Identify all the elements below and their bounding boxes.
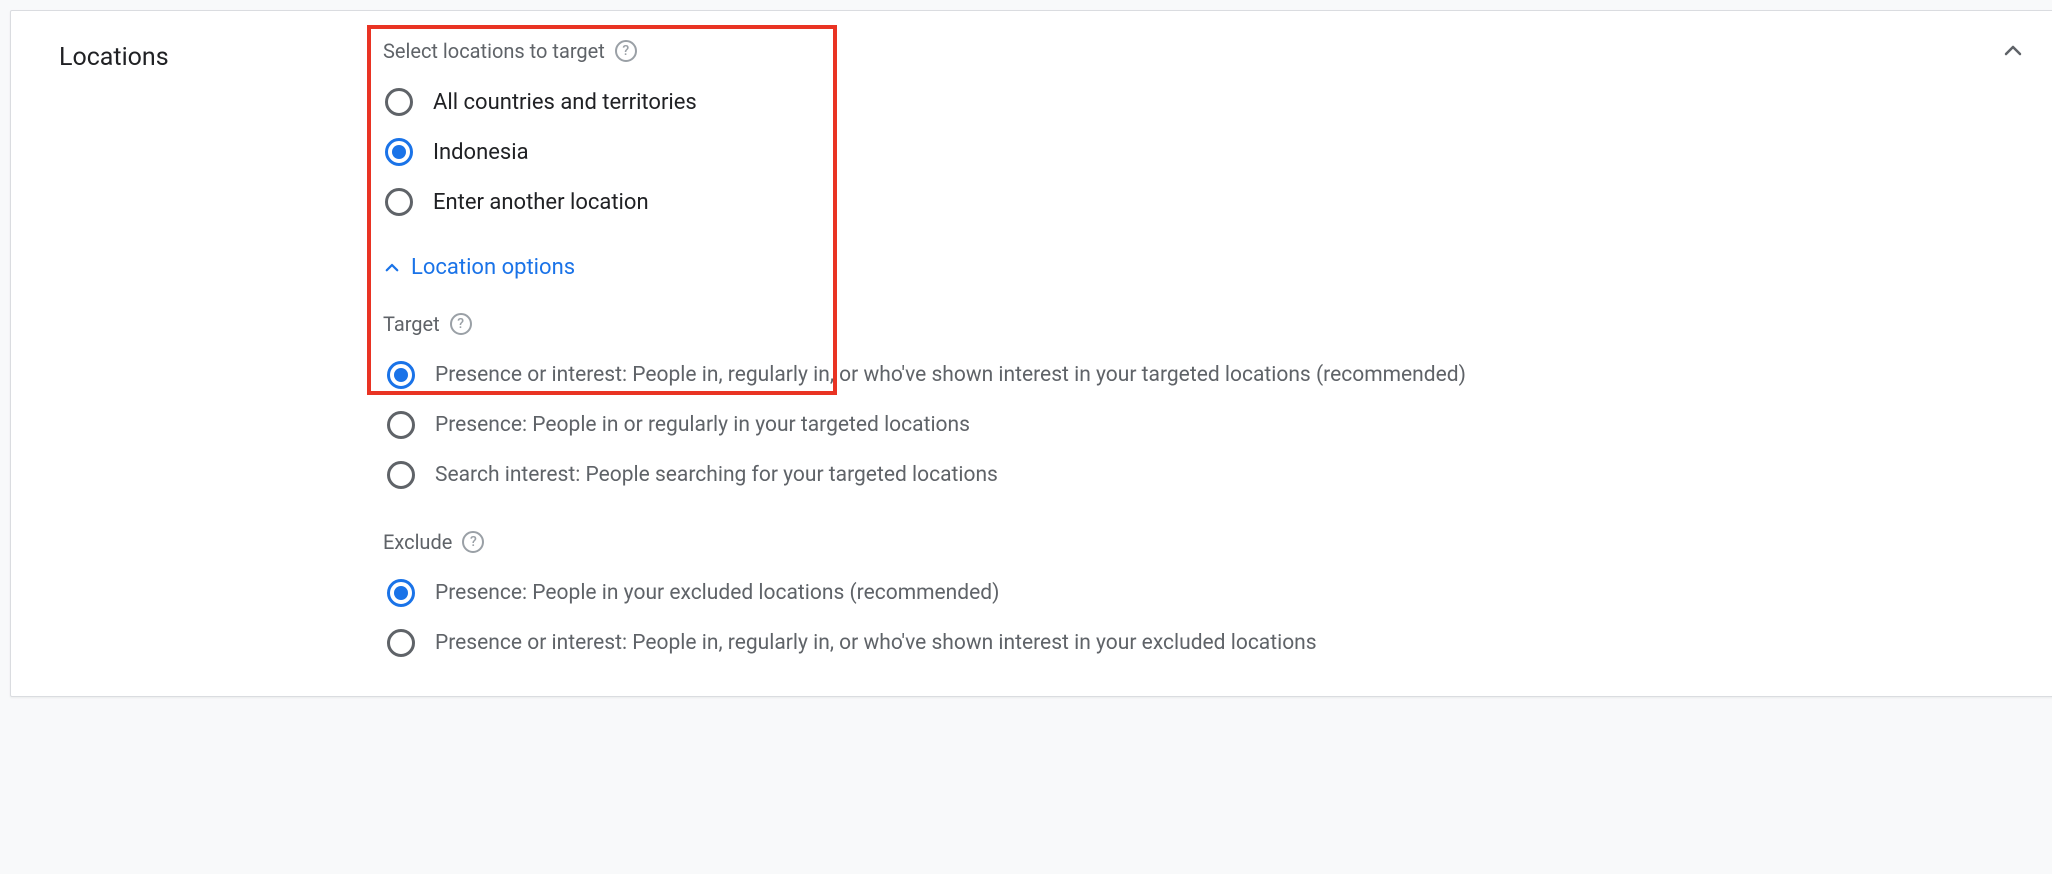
radio-target-search-interest[interactable]: Search interest: People searching for yo… <box>387 450 2025 500</box>
target-radio-group: Presence or interest: People in, regular… <box>387 350 2025 500</box>
radio-icon <box>387 411 415 439</box>
radio-label: Search interest: People searching for yo… <box>435 463 998 487</box>
help-icon[interactable]: ? <box>462 531 484 553</box>
radio-all-countries[interactable]: All countries and territories <box>385 77 2025 127</box>
radio-icon <box>387 579 415 607</box>
help-icon[interactable]: ? <box>450 313 472 335</box>
locations-card: Locations Select locations to target ? A… <box>10 10 2052 697</box>
exclude-radio-group: Presence: People in your excluded locati… <box>387 568 2025 668</box>
radio-icon <box>387 629 415 657</box>
radio-target-presence-interest[interactable]: Presence or interest: People in, regular… <box>387 350 2025 400</box>
target-label: Target <box>383 312 440 336</box>
radio-icon <box>387 361 415 389</box>
radio-enter-another[interactable]: Enter another location <box>385 177 2025 227</box>
select-locations-label-row: Select locations to target ? <box>383 39 2025 63</box>
radio-label: All countries and territories <box>433 90 697 115</box>
radio-label: Enter another location <box>433 190 649 215</box>
radio-label: Presence: People in your excluded locati… <box>435 581 999 605</box>
radio-icon <box>385 88 413 116</box>
radio-label: Presence: People in or regularly in your… <box>435 413 970 437</box>
radio-icon <box>387 461 415 489</box>
radio-label: Presence or interest: People in, regular… <box>435 631 1317 655</box>
radio-label: Indonesia <box>433 140 529 165</box>
radio-label: Presence or interest: People in, regular… <box>435 363 1466 387</box>
radio-exclude-presence[interactable]: Presence: People in your excluded locati… <box>387 568 2025 618</box>
location-options-toggle[interactable]: Location options <box>383 255 2025 280</box>
chevron-up-icon <box>383 259 401 277</box>
radio-indonesia[interactable]: Indonesia <box>385 127 2025 177</box>
radio-icon <box>385 138 413 166</box>
help-icon[interactable]: ? <box>615 40 637 62</box>
radio-icon <box>385 188 413 216</box>
select-locations-label: Select locations to target <box>383 39 605 63</box>
exclude-label: Exclude <box>383 530 452 554</box>
location-options-label: Location options <box>411 255 575 280</box>
radio-target-presence[interactable]: Presence: People in or regularly in your… <box>387 400 2025 450</box>
section-title: Locations <box>59 39 369 72</box>
radio-exclude-presence-interest[interactable]: Presence or interest: People in, regular… <box>387 618 2025 668</box>
location-radio-group: All countries and territories Indonesia … <box>385 77 2025 227</box>
exclude-label-row: Exclude ? <box>383 530 2025 554</box>
target-label-row: Target ? <box>383 312 2025 336</box>
